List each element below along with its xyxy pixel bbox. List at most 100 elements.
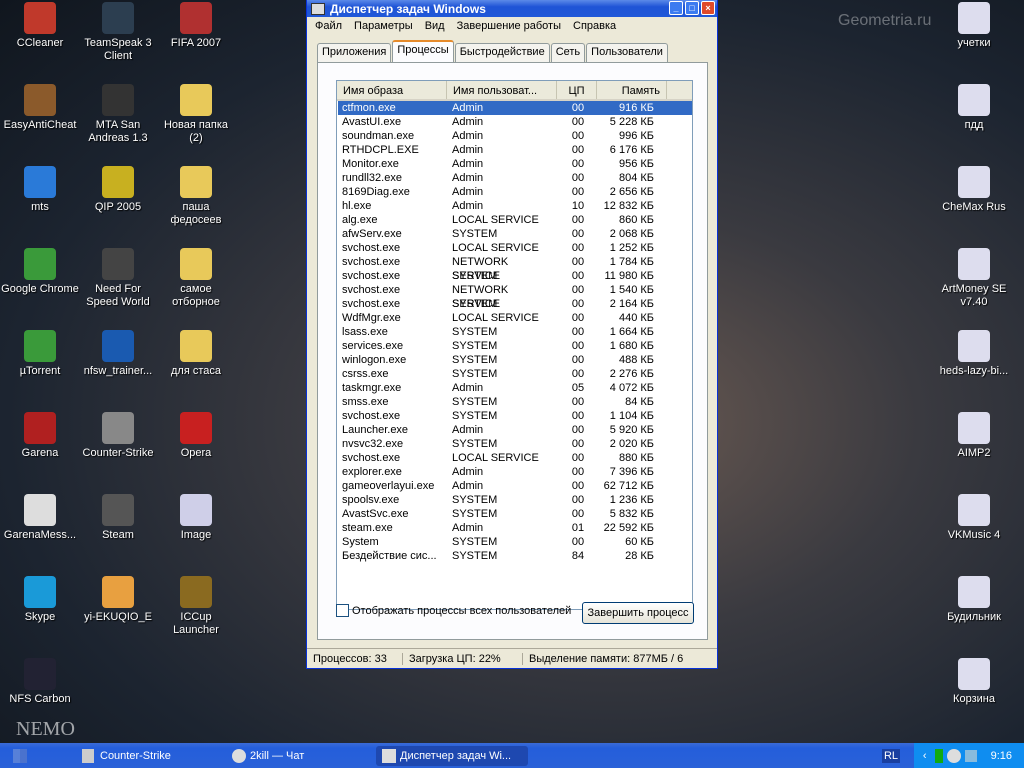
desktop-icon[interactable]: MTA San Andreas 1.3 bbox=[78, 84, 158, 145]
desktop-icon[interactable]: NFS Carbon bbox=[0, 658, 80, 706]
process-row[interactable]: services.exe SYSTEM 00 1 680 КБ bbox=[338, 339, 692, 353]
process-row[interactable]: svchost.exe LOCAL SERVICE 00 1 252 КБ bbox=[338, 241, 692, 255]
process-row[interactable]: spoolsv.exe SYSTEM 00 1 236 КБ bbox=[338, 493, 692, 507]
process-row[interactable]: svchost.exe LOCAL SERVICE 00 880 КБ bbox=[338, 451, 692, 465]
tab-processes[interactable]: Процессы bbox=[392, 40, 454, 62]
process-row[interactable]: steam.exe Admin 01 22 592 КБ bbox=[338, 521, 692, 535]
desktop-icon[interactable]: AIMP2 bbox=[934, 412, 1014, 460]
process-row[interactable]: System SYSTEM 00 60 КБ bbox=[338, 535, 692, 549]
process-row[interactable]: WdfMgr.exe LOCAL SERVICE 00 440 КБ bbox=[338, 311, 692, 325]
desktop-icon[interactable]: Need For Speed World bbox=[78, 248, 158, 309]
process-row[interactable]: afwServ.exe SYSTEM 00 2 068 КБ bbox=[338, 227, 692, 241]
desktop-icon[interactable]: паша федосеев bbox=[156, 166, 236, 227]
process-row[interactable]: svchost.exe SYSTEM 00 11 980 КБ bbox=[338, 269, 692, 283]
desktop-icon[interactable]: Image bbox=[156, 494, 236, 542]
tray-steam-icon[interactable] bbox=[946, 748, 961, 763]
desktop-icon[interactable]: Skype bbox=[0, 576, 80, 624]
menu-shutdown[interactable]: Завершение работы bbox=[451, 20, 567, 32]
process-row[interactable]: 8169Diag.exe Admin 00 2 656 КБ bbox=[338, 185, 692, 199]
desktop-icon[interactable]: Новая папка (2) bbox=[156, 84, 236, 145]
process-row[interactable]: csrss.exe SYSTEM 00 2 276 КБ bbox=[338, 367, 692, 381]
process-row[interactable]: nvsvc32.exe SYSTEM 00 2 020 КБ bbox=[338, 437, 692, 451]
process-row[interactable]: soundman.exe Admin 00 996 КБ bbox=[338, 129, 692, 143]
process-row[interactable]: gameoverlayui.exe Admin 00 62 712 КБ bbox=[338, 479, 692, 493]
process-row[interactable]: taskmgr.exe Admin 05 4 072 КБ bbox=[338, 381, 692, 395]
clock[interactable]: 9:16 bbox=[991, 750, 1012, 762]
title-bar[interactable]: Диспетчер задач Windows _ □ × bbox=[307, 0, 717, 17]
show-all-users-option[interactable]: Отображать процессы всех пользователей bbox=[336, 604, 571, 617]
process-row[interactable]: svchost.exe NETWORK SERVICE 00 1 784 КБ bbox=[338, 255, 692, 282]
taskbar-item-steam-chat[interactable]: 2kill — Чат bbox=[226, 746, 376, 766]
process-row[interactable]: rundll32.exe Admin 00 804 КБ bbox=[338, 171, 692, 185]
tab-performance[interactable]: Быстродействие bbox=[454, 43, 550, 62]
desktop-icon[interactable]: EasyAntiCheat bbox=[0, 84, 80, 132]
column-user-name[interactable]: Имя пользоват... bbox=[447, 81, 557, 99]
desktop-icon[interactable]: Будильник bbox=[934, 576, 1014, 624]
process-row[interactable]: alg.exe LOCAL SERVICE 00 860 КБ bbox=[338, 213, 692, 227]
process-row[interactable]: winlogon.exe SYSTEM 00 488 КБ bbox=[338, 353, 692, 367]
desktop-icon[interactable]: Opera bbox=[156, 412, 236, 460]
desktop-icon[interactable]: учетки bbox=[934, 2, 1014, 50]
process-row[interactable]: Monitor.exe Admin 00 956 КБ bbox=[338, 157, 692, 171]
menu-view[interactable]: Вид bbox=[419, 20, 451, 32]
process-row[interactable]: svchost.exe NETWORK SERVICE 00 1 540 КБ bbox=[338, 283, 692, 310]
process-row[interactable]: ctfmon.exe Admin 00 916 КБ bbox=[338, 101, 692, 115]
column-image-name[interactable]: Имя образа bbox=[337, 81, 447, 99]
desktop-icon[interactable]: Google Chrome bbox=[0, 248, 80, 296]
process-row[interactable]: svchost.exe SYSTEM 00 1 104 КБ bbox=[338, 409, 692, 423]
menu-help[interactable]: Справка bbox=[567, 20, 622, 32]
tab-users[interactable]: Пользователи bbox=[586, 43, 668, 62]
menu-file[interactable]: Файл bbox=[309, 20, 348, 32]
process-row[interactable]: explorer.exe Admin 00 7 396 КБ bbox=[338, 465, 692, 479]
desktop-icon[interactable]: самое отборное bbox=[156, 248, 236, 309]
process-row[interactable]: svchost.exe SYSTEM 00 2 164 КБ bbox=[338, 297, 692, 311]
process-row[interactable]: Launcher.exe Admin 00 5 920 КБ bbox=[338, 423, 692, 437]
taskbar-item-task-manager[interactable]: Диспетчер задач Wi... bbox=[376, 745, 528, 766]
start-button[interactable] bbox=[0, 743, 40, 768]
show-all-checkbox[interactable] bbox=[336, 604, 349, 617]
taskbar-item-counter-strike[interactable]: Counter-Strike bbox=[76, 746, 226, 766]
desktop-icon[interactable]: heds-lazy-bi... bbox=[934, 330, 1014, 378]
tray-monitor-icon[interactable] bbox=[934, 748, 943, 763]
desktop-icon[interactable]: GarenaMess... bbox=[0, 494, 80, 542]
desktop-icon[interactable]: Steam bbox=[78, 494, 158, 542]
column-cpu[interactable]: ЦП bbox=[557, 81, 597, 99]
column-memory[interactable]: Память bbox=[597, 81, 667, 99]
tray-network-icon[interactable] bbox=[964, 749, 977, 762]
process-row[interactable]: lsass.exe SYSTEM 00 1 664 КБ bbox=[338, 325, 692, 339]
desktop-icon[interactable]: yi-EKUQIO_E bbox=[78, 576, 158, 624]
process-row[interactable]: hl.exe Admin 10 12 832 КБ bbox=[338, 199, 692, 213]
counter-strike-icon bbox=[82, 748, 94, 763]
process-row[interactable]: RTHDCPL.EXE Admin 00 6 176 КБ bbox=[338, 143, 692, 157]
process-list[interactable]: Имя образа Имя пользоват... ЦП Память ct… bbox=[336, 80, 693, 610]
process-row[interactable]: smss.exe SYSTEM 00 84 КБ bbox=[338, 395, 692, 409]
desktop-icon[interactable]: mts bbox=[0, 166, 80, 214]
desktop-icon[interactable]: FIFA 2007 bbox=[156, 2, 236, 50]
minimize-button[interactable]: _ bbox=[669, 1, 683, 15]
process-row[interactable]: AvastSvc.exe SYSTEM 00 5 832 КБ bbox=[338, 507, 692, 521]
desktop-icon[interactable]: nfsw_trainer... bbox=[78, 330, 158, 378]
menu-options[interactable]: Параметры bbox=[348, 20, 419, 32]
desktop-icon[interactable]: CheMax Rus bbox=[934, 166, 1014, 214]
language-indicator[interactable]: RL bbox=[881, 748, 900, 763]
desktop-icon[interactable]: VKMusic 4 bbox=[934, 494, 1014, 542]
desktop-icon[interactable]: для стаса bbox=[156, 330, 236, 378]
desktop-icon[interactable]: Корзина bbox=[934, 658, 1014, 706]
desktop-icon[interactable]: µTorrent bbox=[0, 330, 80, 378]
desktop-icon[interactable]: TeamSpeak 3 Client bbox=[78, 2, 158, 63]
desktop-icon[interactable]: Counter-Strike bbox=[78, 412, 158, 460]
close-button[interactable]: × bbox=[701, 1, 715, 15]
desktop-icon[interactable]: пдд bbox=[934, 84, 1014, 132]
end-process-button[interactable]: Завершить процесс bbox=[582, 602, 694, 624]
desktop-icon[interactable]: QIP 2005 bbox=[78, 166, 158, 214]
desktop-icon[interactable]: ArtMoney SE v7.40 bbox=[934, 248, 1014, 309]
desktop-icon[interactable]: Garena bbox=[0, 412, 80, 460]
tab-applications[interactable]: Приложения bbox=[317, 43, 392, 62]
desktop-icon[interactable]: CCleaner bbox=[0, 2, 80, 50]
process-row[interactable]: Бездействие сис... SYSTEM 84 28 КБ bbox=[338, 549, 692, 563]
maximize-button[interactable]: □ bbox=[685, 1, 699, 15]
tray-expand-icon[interactable]: ‹ bbox=[923, 750, 927, 762]
desktop-icon[interactable]: ICCup Launcher bbox=[156, 576, 236, 637]
tab-network[interactable]: Сеть bbox=[550, 43, 586, 62]
process-row[interactable]: AvastUI.exe Admin 00 5 228 КБ bbox=[338, 115, 692, 129]
